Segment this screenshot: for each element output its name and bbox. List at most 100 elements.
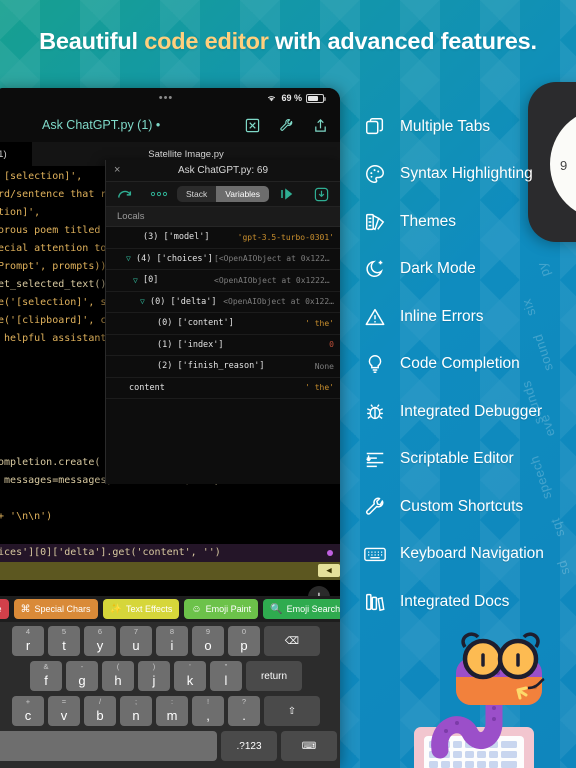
- key-alt-label: (: [116, 662, 120, 671]
- keyboard-key[interactable]: return: [246, 661, 302, 691]
- debugger-variable-row[interactable]: ▽ (4) ['choices'] [<OpenAIObject at 0x1222…: [106, 249, 340, 270]
- feature-label: Multiple Tabs: [400, 117, 491, 135]
- variable-value: None: [314, 361, 334, 371]
- keyboard-toolbar-chip[interactable]: ☺ Emoji Paint: [184, 599, 259, 619]
- keyboard-key[interactable]: = v: [48, 696, 80, 726]
- key-label: .: [242, 708, 246, 723]
- keyboard-key[interactable]: (h: [102, 661, 134, 691]
- keyboard-key[interactable]: !,: [192, 696, 224, 726]
- key-label: return: [260, 670, 288, 682]
- keyboard-key[interactable]: 9o: [192, 626, 224, 656]
- headline-before: Beautiful: [39, 28, 145, 54]
- breakpoint-dot[interactable]: [327, 550, 333, 556]
- more-dots-icon[interactable]: [149, 184, 169, 204]
- key-label: i: [170, 638, 174, 653]
- keyboard-key[interactable]: 4r: [12, 626, 44, 656]
- keyboard-key[interactable]: .?123: [221, 731, 277, 761]
- key-label: j: [152, 673, 156, 688]
- close-box-icon[interactable]: [242, 115, 262, 135]
- share-icon[interactable]: [310, 115, 330, 135]
- keyboard-key[interactable]: 8i: [156, 626, 188, 656]
- keyboard-key[interactable]: :m: [156, 696, 188, 726]
- variable-value: <OpenAIObject at 0x1222d4ea0> JSON: {: [214, 275, 334, 285]
- disclosure-triangle-icon[interactable]: ▽: [126, 254, 131, 263]
- keyboard-key[interactable]: 7u: [120, 626, 152, 656]
- keyboard-key[interactable]: [0, 731, 217, 761]
- keyboard-key[interactable]: 5t: [48, 626, 80, 656]
- chip-label: Special Chars: [34, 604, 91, 614]
- wifi-icon: [268, 96, 276, 102]
- key-label: ,: [206, 708, 210, 723]
- keyboard-key[interactable]: 6y: [84, 626, 116, 656]
- step-into-icon[interactable]: [311, 184, 331, 204]
- debugger-variable-row[interactable]: (1) ['index'] 0: [106, 335, 340, 356]
- key-label: .?123: [236, 740, 262, 752]
- chip-label: Text Effects: [126, 604, 173, 614]
- disclosure-triangle-icon[interactable]: ▽: [133, 276, 138, 285]
- key-alt-label: 4: [25, 627, 31, 636]
- lightbulb-icon: [362, 351, 388, 377]
- debugger-variable-row[interactable]: (3) ['model'] 'gpt-3.5-turbo-0301': [106, 227, 340, 249]
- key-alt-label: -: [80, 662, 84, 671]
- key-alt-label: ): [152, 662, 156, 671]
- debugger-variable-row[interactable]: ▽ [0] <OpenAIObject at 0x1222d4ea0> JSON: …: [106, 270, 340, 292]
- keyboard-toolbar-chip[interactable]: ate: [0, 599, 9, 619]
- debugger-toolbar: Stack Variables: [106, 182, 340, 207]
- tablet-status-bar: ••• 69 %: [0, 88, 340, 110]
- keyboard-key[interactable]: ' k: [174, 661, 206, 691]
- current-file-title: Ask ChatGPT.py (1) •: [42, 118, 161, 132]
- debugger-variable-row[interactable]: (2) ['finish_reason'] None: [106, 356, 340, 378]
- variable-value: [<OpenAIObject at 0x1222…: [214, 254, 334, 264]
- keyboard-key[interactable]: ⇧: [264, 696, 320, 726]
- key-label: g: [78, 673, 86, 688]
- feature-item-custom-shortcuts: Custom Shortcuts: [362, 483, 576, 531]
- close-icon[interactable]: ×: [114, 165, 120, 176]
- moon-icon: [362, 256, 388, 282]
- feature-list: Multiple Tabs Syntax Highlighting Themes: [362, 103, 576, 626]
- wrench-icon: [362, 494, 388, 520]
- key-alt-label: &: [43, 662, 49, 671]
- battery-icon: [306, 93, 326, 103]
- page-title: Beautiful code editor with advanced feat…: [0, 28, 576, 55]
- keyboard-key[interactable]: / b: [84, 696, 116, 726]
- keyboard-key[interactable]: & f: [30, 661, 62, 691]
- step-over-icon[interactable]: [277, 184, 297, 204]
- keyboard-key[interactable]: ?.: [228, 696, 260, 726]
- key-alt-label: 5: [61, 627, 67, 636]
- keyboard-key[interactable]: + c: [12, 696, 44, 726]
- key-label: u: [132, 638, 140, 653]
- continue-arc-icon[interactable]: [115, 184, 135, 204]
- key-alt-label: 8: [169, 627, 175, 636]
- debugger-variable-row[interactable]: (0) ['content'] ' the': [106, 313, 340, 335]
- keyboard-toolbar-chip[interactable]: 🔍 Emoji Search: [263, 599, 340, 619]
- headline-after: with advanced features.: [268, 28, 537, 54]
- keyboard-toolbar-chip[interactable]: ✨ Text Effects: [102, 599, 180, 619]
- debugger-variable-row[interactable]: ▽ (0) ['delta'] <OpenAIObject at 0x122…: [106, 292, 340, 313]
- wrench-icon[interactable]: [276, 115, 296, 135]
- status-dots: •••: [158, 92, 174, 104]
- keyboard-key[interactable]: ; n: [120, 696, 152, 726]
- keyboard-key[interactable]: 0p: [228, 626, 260, 656]
- debugger-variable-row[interactable]: content ' the': [106, 378, 340, 399]
- keyboard-key[interactable]: ⌫: [264, 626, 320, 656]
- keyboard-key[interactable]: ⌨: [281, 731, 337, 761]
- keyboard-key[interactable]: " l: [210, 661, 242, 691]
- variable-key: content: [129, 382, 165, 393]
- keyboard-key[interactable]: ) j: [138, 661, 170, 691]
- segment-variables[interactable]: Variables: [216, 186, 270, 202]
- feature-item-syntax-highlighting: Syntax Highlighting: [362, 151, 576, 199]
- keyboard-toolbar-chip[interactable]: ⌘ Special Chars: [13, 599, 98, 619]
- tab-item[interactable]: (1): [0, 142, 32, 166]
- keyboard-row: 4 r 5 t 6 y 7 u 8 i 9 o 0 p ⌫: [0, 626, 337, 656]
- key-label: r: [25, 638, 31, 653]
- feature-item-code-completion: Code Completion: [362, 341, 576, 389]
- key-alt-label: !: [206, 697, 210, 706]
- feature-item-inline-errors: Inline Errors: [362, 293, 576, 341]
- feature-label: Dark Mode: [400, 260, 476, 278]
- segment-stack[interactable]: Stack: [177, 186, 216, 202]
- variable-key: (0) ['content']: [157, 318, 234, 329]
- keyboard-key[interactable]: -g: [66, 661, 98, 691]
- palette-icon: [362, 161, 388, 187]
- key-alt-label: +: [25, 697, 31, 706]
- disclosure-triangle-icon[interactable]: ▽: [140, 297, 145, 306]
